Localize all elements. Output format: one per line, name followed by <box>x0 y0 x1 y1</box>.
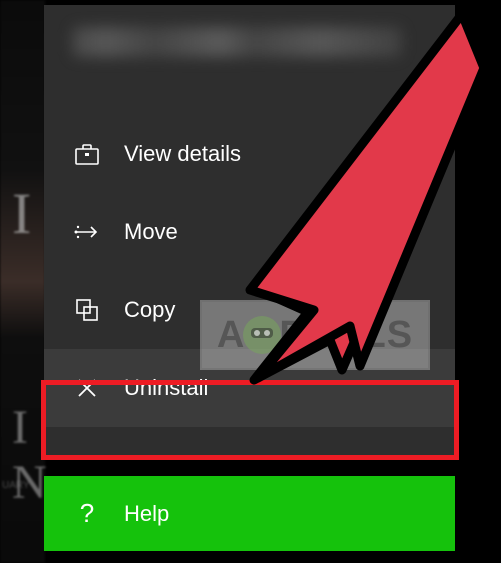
help-label: Help <box>124 501 169 527</box>
question-icon: ? <box>72 499 102 529</box>
menu-item-label: Copy <box>124 297 175 323</box>
menu-item-label: View details <box>124 141 241 167</box>
context-menu: View details Move Copy <box>44 5 455 460</box>
x-icon <box>72 373 102 403</box>
menu-items: View details Move Copy <box>44 85 455 427</box>
menu-item-label: Move <box>124 219 178 245</box>
menu-item-label: Uninstall <box>124 375 208 401</box>
briefcase-icon <box>72 139 102 169</box>
obscured-title-text <box>72 27 402 57</box>
menu-title-obscured <box>44 5 455 85</box>
bg-letter-2: I N <box>12 400 47 510</box>
bg-letter: I <box>12 180 33 247</box>
menu-item-uninstall[interactable]: Uninstall <box>44 349 455 427</box>
menu-item-view-details[interactable]: View details <box>44 115 455 193</box>
background-cover-art: I I N UARY <box>0 0 45 563</box>
copy-icon <box>72 295 102 325</box>
menu-item-help[interactable]: ? Help <box>44 476 455 551</box>
move-arrow-icon <box>72 217 102 247</box>
menu-item-move[interactable]: Move <box>44 193 455 271</box>
bg-small-text: UARY <box>2 480 30 491</box>
menu-item-copy[interactable]: Copy <box>44 271 455 349</box>
